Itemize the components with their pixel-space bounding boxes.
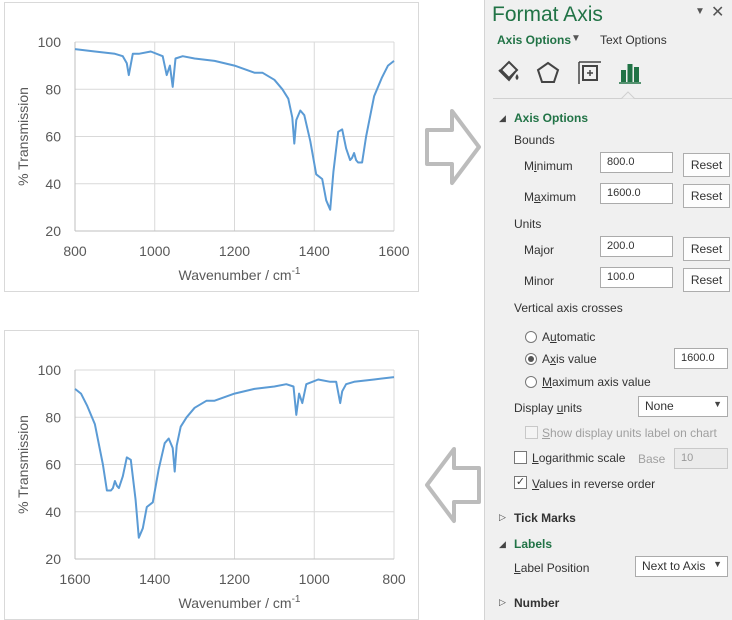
reset-minor-button[interactable]: Reset — [683, 268, 730, 292]
minimum-input[interactable]: 800.0 — [600, 152, 673, 173]
maximum-axis-value-radio[interactable] — [525, 376, 537, 388]
chart-bottom-svg: 20 40 60 80 100 1600 1400 1200 1000 800 Wavenumber… — [15, 362, 406, 611]
left-arrow-icon — [425, 447, 481, 523]
axis-options-header[interactable]: Axis Options — [514, 111, 588, 125]
tick-marks-header[interactable]: Tick Marks — [514, 511, 576, 525]
y-tick-label: 20 — [45, 223, 61, 239]
units-label: Units — [514, 217, 542, 231]
number-header[interactable]: Number — [514, 596, 559, 610]
reset-major-button[interactable]: Reset — [683, 237, 730, 261]
chevron-down-icon: ▼ — [713, 399, 722, 409]
x-tick-label: 800 — [63, 243, 87, 259]
x-tick-label: 1200 — [219, 243, 250, 259]
vertical-axis-crosses-label: Vertical axis crosses — [514, 301, 623, 315]
format-axis-pane: Format Axis ▼ ✕ Axis Options ▼ Text Opti… — [484, 0, 732, 620]
chevron-down-icon: ▼ — [713, 559, 722, 569]
expand-triangle-icon[interactable]: ▷ — [499, 512, 506, 523]
display-units-value: None — [645, 399, 674, 413]
maximum-input[interactable]: 1600.0 — [600, 183, 673, 204]
labels-header[interactable]: Labels — [514, 537, 552, 551]
expand-triangle-icon[interactable]: ▷ — [499, 597, 506, 608]
base-input: 10 — [674, 448, 728, 469]
minimum-label: Minimum — [524, 159, 573, 173]
y-axis-title: % Transmission — [15, 415, 31, 514]
x-tick-label: 1600 — [59, 571, 90, 587]
x-tick-label: 1600 — [378, 243, 409, 259]
axis-value-radio[interactable] — [525, 353, 537, 365]
selected-tab-pointer — [621, 91, 635, 99]
minor-label: Minor — [524, 274, 555, 288]
x-tick-label: 1000 — [139, 243, 170, 259]
major-input[interactable]: 200.0 — [600, 236, 673, 257]
chevron-down-icon[interactable]: ▼ — [571, 33, 581, 44]
display-units-label: Display units — [514, 401, 583, 415]
axis-options-bars-icon[interactable] — [615, 58, 645, 88]
bounds-label: Bounds — [514, 133, 555, 147]
chevron-down-icon[interactable]: ▼ — [695, 6, 705, 17]
major-label: Major — [524, 243, 555, 257]
maximum-axis-value-label[interactable]: Maximum axis value — [542, 375, 651, 389]
y-tick-label: 60 — [45, 129, 61, 145]
label-position-select[interactable]: Next to Axis ▼ — [635, 556, 728, 577]
x-tick-label: 1000 — [299, 571, 330, 587]
tab-axis-options[interactable]: Axis Options — [497, 33, 571, 47]
reset-minimum-button[interactable]: Reset — [683, 153, 730, 177]
y-tick-label: 100 — [38, 34, 62, 50]
x-tick-label: 800 — [382, 571, 406, 587]
label-position-label: Label Position — [514, 561, 590, 575]
y-tick-label: 40 — [45, 504, 61, 520]
chart-top-svg: 20 40 60 80 100 800 1000 1200 1400 1600 Wavenumber… — [15, 34, 410, 283]
logarithmic-scale-checkbox[interactable] — [514, 451, 527, 464]
x-tick-label: 1400 — [299, 243, 330, 259]
x-tick-label: 1400 — [139, 571, 170, 587]
chart-bottom[interactable]: 20 40 60 80 100 1600 1400 1200 1000 800 Wavenumber… — [4, 330, 419, 620]
axis-value-label[interactable]: Axis value — [542, 352, 597, 366]
y-tick-label: 20 — [45, 551, 61, 567]
x-tick-label: 1200 — [219, 571, 250, 587]
y-tick-label: 80 — [45, 409, 61, 425]
pane-title: Format Axis — [492, 3, 603, 26]
show-display-units-label: Show display units label on chart — [542, 426, 717, 440]
y-axis-title: % Transmission — [15, 87, 31, 186]
reverse-order-label[interactable]: Values in reverse order — [532, 477, 655, 491]
x-axis-title-superscript: -1 — [292, 594, 301, 605]
reverse-order-checkbox[interactable]: ✓ — [514, 476, 527, 489]
size-properties-icon[interactable] — [575, 58, 605, 88]
chart-top[interactable]: 20 40 60 80 100 800 1000 1200 1400 1600 Wavenumber… — [4, 2, 419, 292]
tab-text-options[interactable]: Text Options — [600, 33, 667, 47]
effects-pentagon-icon[interactable] — [533, 58, 563, 88]
x-axis-title-superscript: -1 — [292, 266, 301, 277]
automatic-label[interactable]: Automatic — [542, 330, 595, 344]
base-label: Base — [638, 452, 666, 466]
axis-value-input[interactable]: 1600.0 — [674, 348, 728, 369]
automatic-radio[interactable] — [525, 331, 537, 343]
collapse-triangle-icon[interactable]: ◢ — [499, 539, 506, 550]
label-position-value: Next to Axis — [642, 559, 706, 573]
collapse-triangle-icon[interactable]: ◢ — [499, 113, 506, 124]
display-units-select[interactable]: None ▼ — [638, 396, 728, 417]
fill-line-icon[interactable] — [493, 58, 523, 88]
minor-input[interactable]: 100.0 — [600, 267, 673, 288]
y-tick-label: 80 — [45, 81, 61, 97]
logarithmic-scale-label[interactable]: Logarithmic scale — [532, 451, 625, 465]
maximum-label: Maximum — [524, 190, 577, 204]
y-tick-label: 60 — [45, 457, 61, 473]
show-display-units-checkbox — [525, 426, 538, 439]
right-arrow-icon — [425, 109, 481, 185]
icon-row-divider — [493, 98, 732, 99]
close-icon[interactable]: ✕ — [711, 2, 724, 22]
reset-maximum-button[interactable]: Reset — [683, 184, 730, 208]
y-tick-label: 40 — [45, 176, 61, 192]
x-axis-title: Wavenumber / cm-1 — [179, 266, 301, 283]
y-tick-label: 100 — [38, 362, 62, 378]
x-axis-title: Wavenumber / cm-1 — [179, 594, 301, 611]
